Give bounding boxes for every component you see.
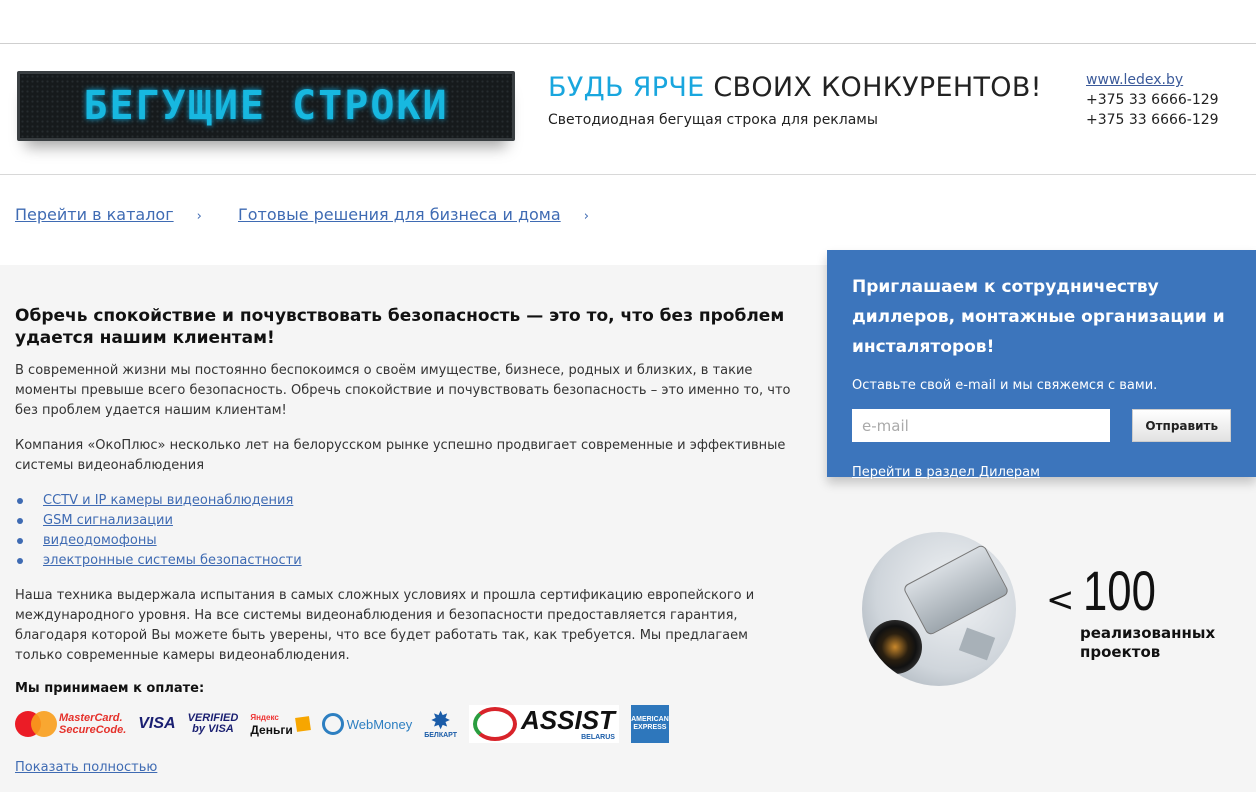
catalog-link-label: Перейти в каталог	[15, 205, 174, 224]
phone-1: +375 33 6666-129	[1086, 92, 1219, 108]
dealer-link-wrap: Перейти в раздел Дилерам	[852, 465, 1231, 480]
slogan-accent: БУДЬ ЯРЧЕ	[548, 72, 705, 103]
slogan-rest: СВОИХ КОНКУРЕНТОВ!	[704, 72, 1042, 103]
dealer-form: Отправить	[852, 409, 1231, 442]
ring-icon	[473, 707, 518, 741]
nav-links: Перейти в каталог › Готовые решения для б…	[15, 205, 589, 224]
main-column: Обречь спокойствие и почувствовать безоп…	[15, 305, 795, 775]
mastercard-line2: SecureCode.	[59, 724, 127, 736]
contacts: www.ledex.by +375 33 6666-129 +375 33 66…	[1086, 70, 1219, 130]
feature-link-intercom[interactable]: видеодомофоны	[43, 533, 157, 548]
feature-link-cctv[interactable]: CCTV и IP камеры видеонаблюдения	[43, 493, 293, 508]
chevron-right-icon: ›	[196, 209, 202, 224]
header: БЕГУЩИЕ СТРОКИ БУДЬ ЯРЧЕ СВОИХ КОНКУРЕНТ…	[0, 44, 1256, 175]
list-item: видеодомофоны	[15, 531, 795, 551]
amex-line1: AMERICAN	[631, 716, 669, 723]
visa-logo: VISA	[138, 715, 176, 732]
slogan-subtitle: Светодиодная бегущая строка для рекламы	[548, 112, 878, 128]
site-link[interactable]: www.ledex.by	[1086, 72, 1183, 88]
paragraph-company: Компания «ОкоПлюс» несколько лет на бело…	[15, 438, 786, 473]
yandex-money-logo: Яндекс Деньги	[250, 712, 311, 737]
dealer-box: Приглашаем к сотрудничеству диллеров, мо…	[827, 250, 1256, 480]
feature-list: CCTV и IP камеры видеонаблюдения GSM сиг…	[15, 491, 795, 571]
star-icon: ✸	[431, 707, 450, 733]
stat-label-line2: проектов	[1080, 643, 1161, 661]
email-field[interactable]	[852, 409, 1111, 442]
show-all-link[interactable]: Показать полностью	[15, 760, 157, 775]
catalog-link[interactable]: Перейти в каталог	[15, 205, 174, 224]
globe-icon	[321, 713, 344, 735]
list-item: CCTV и IP камеры видеонаблюдения	[15, 491, 795, 511]
top-bar	[0, 0, 1256, 44]
payment-logos: MasterCard. SecureCode. VISA VERIFIED by V…	[15, 704, 795, 744]
dealer-text: Оставьте свой e-mail и мы свяжемся с вам…	[852, 378, 1158, 393]
wallet-icon	[294, 716, 311, 732]
slogan: БУДЬ ЯРЧЕ СВОИХ КОНКУРЕНТОВ!	[548, 72, 1042, 103]
list-item: электронные системы безопастности	[15, 551, 795, 571]
belkart-label: БЕЛКАРТ	[424, 731, 458, 739]
amex-line2: EXPRESS	[633, 724, 667, 731]
stat-prefix: <	[1046, 580, 1075, 620]
paragraph-quality: Наша техника выдержала испытания в самых…	[15, 588, 755, 663]
camera-image	[862, 532, 1016, 686]
assist-label: ASSIST	[521, 705, 615, 735]
send-button[interactable]: Отправить	[1132, 409, 1231, 442]
payment-label: Мы принимаем к оплате:	[15, 681, 205, 696]
amex-logo: AMERICAN EXPRESS	[630, 705, 669, 743]
solutions-link[interactable]: Готовые решения для бизнеса и дома	[238, 205, 561, 224]
main-title: Обречь спокойствие и почувствовать безоп…	[15, 306, 785, 348]
yandex-money-label: Деньги	[250, 723, 293, 737]
mastercard-icon	[15, 711, 57, 737]
phone-2: +375 33 6666-129	[1086, 112, 1219, 128]
vbv-line2: by VISA	[192, 723, 234, 735]
assist-logo: ASSIST BELARUS	[469, 705, 619, 743]
solutions-link-label: Готовые решения для бизнеса и дома	[238, 205, 561, 224]
led-banner-logo[interactable]: БЕГУЩИЕ СТРОКИ	[17, 71, 515, 141]
belkart-logo: ✸ БЕЛКАРТ	[424, 707, 458, 739]
webmoney-label: WebMoney	[346, 716, 413, 732]
projects-stat: < 100 реализованных проектов	[1046, 562, 1215, 662]
feature-link-security[interactable]: электронные системы безопастности	[43, 553, 302, 568]
dealer-title: Приглашаем к сотрудничеству диллеров, мо…	[852, 277, 1225, 357]
list-item: GSM сигнализации	[15, 511, 795, 531]
dealer-section-link[interactable]: Перейти в раздел Дилерам	[852, 465, 1040, 480]
mastercard-logo: MasterCard. SecureCode.	[15, 711, 126, 737]
stat-label-line1: реализованных	[1080, 624, 1216, 642]
mastercard-line1: MasterCard.	[59, 712, 123, 724]
led-banner-text: БЕГУЩИЕ СТРОКИ	[83, 83, 449, 129]
verified-by-visa-logo: VERIFIED by VISA	[188, 713, 239, 735]
chevron-right-icon: ›	[583, 209, 589, 224]
paragraph-intro: В современной жизни мы постоянно беспоко…	[15, 363, 791, 418]
assist-sub-label: BELARUS	[581, 734, 615, 741]
webmoney-logo: WebMoney	[321, 713, 413, 735]
show-all: Показать полностью	[15, 760, 795, 775]
stat-value: 100	[1082, 559, 1156, 622]
feature-link-gsm[interactable]: GSM сигнализации	[43, 513, 173, 528]
